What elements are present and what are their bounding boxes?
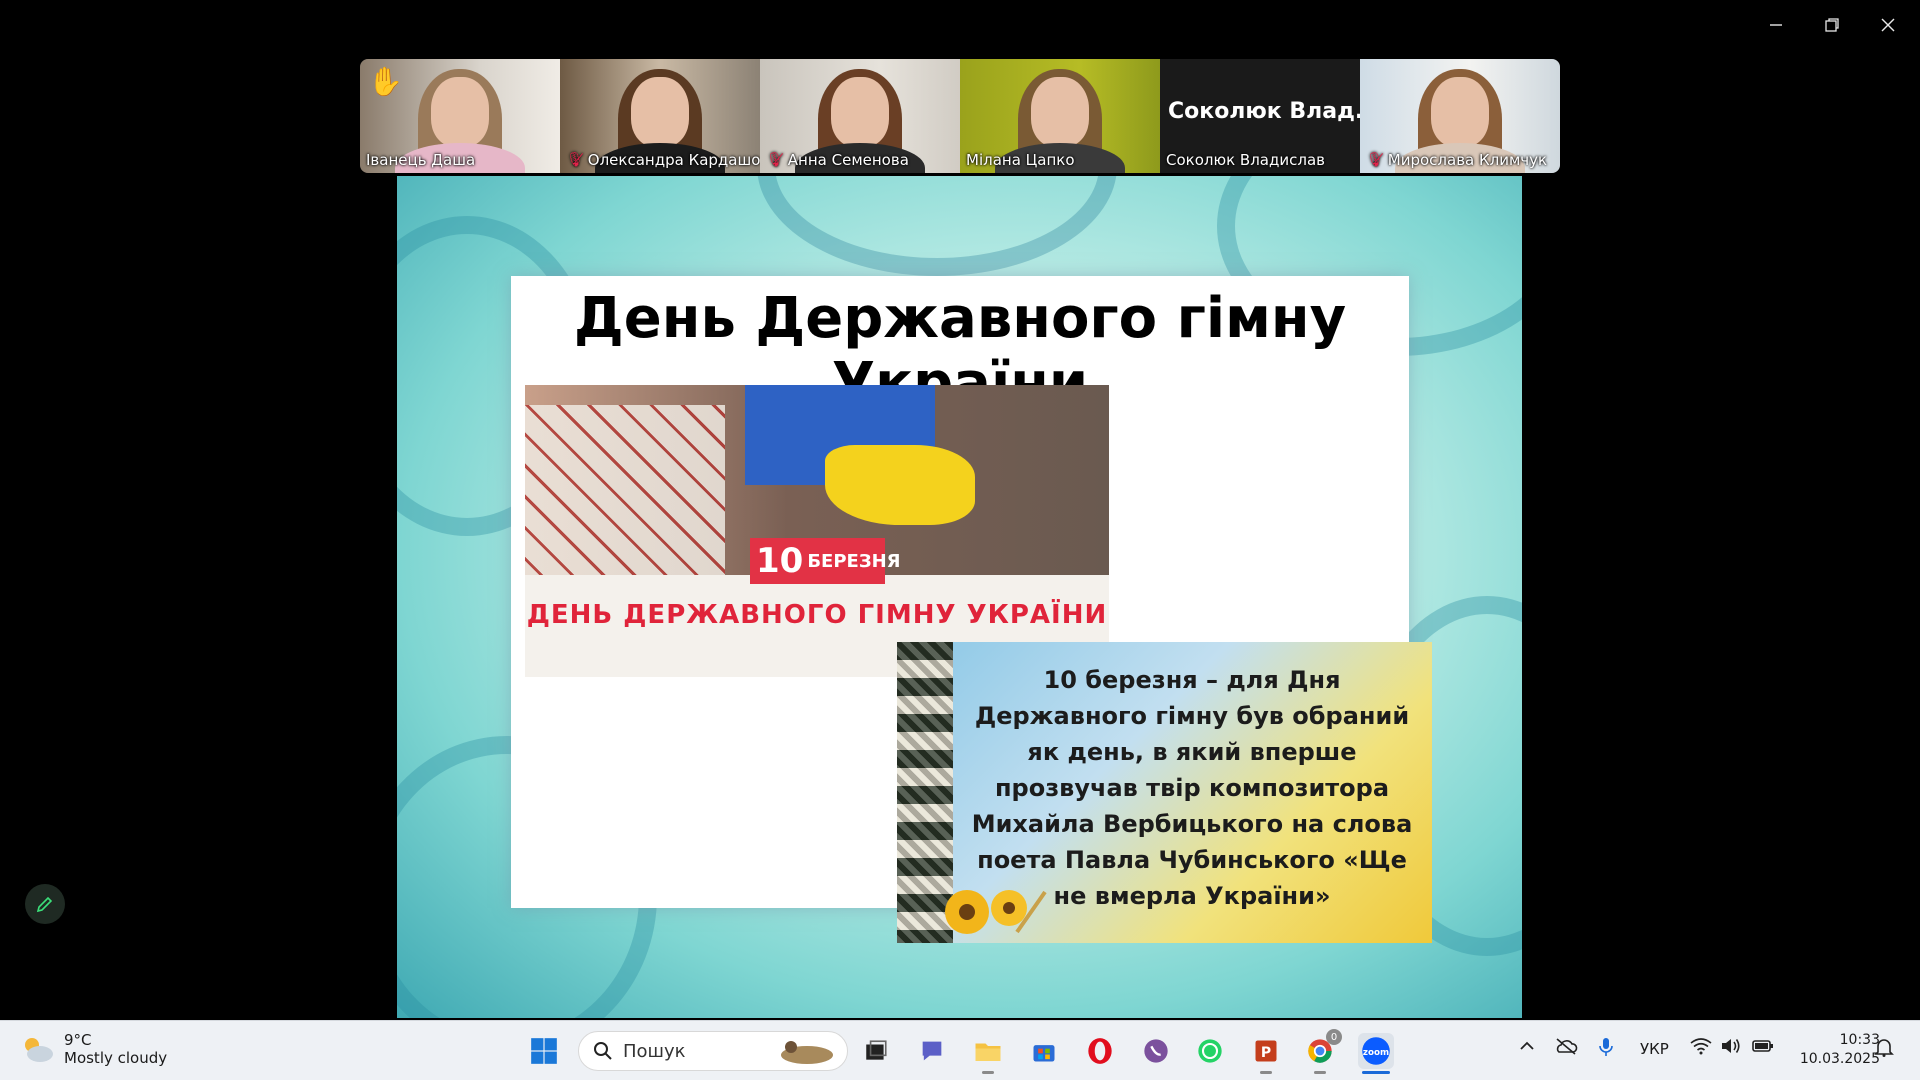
participant-name: 🎙︎̸ Мирослава Климчук [1366, 151, 1548, 169]
windows-logo-icon [531, 1038, 557, 1064]
battery-button[interactable] [1752, 1037, 1774, 1059]
battery-charging-icon [1752, 1040, 1773, 1052]
windows-taskbar: 9°C Mostly cloudy Пошук P 0 zoom УКР 10:… [0, 1020, 1920, 1080]
clock-date: 10.03.2025 [1799, 1051, 1880, 1067]
participant-tile[interactable]: 🎙︎̸ Олександра Кардашо... [560, 59, 760, 173]
svg-text:P: P [1261, 1045, 1271, 1061]
wifi-icon [1690, 1038, 1712, 1055]
microphone-button[interactable] [1598, 1037, 1614, 1061]
restore-icon [1825, 18, 1839, 32]
show-hidden-icons-button[interactable] [1518, 1037, 1536, 1059]
participant-name: Іванець Даша [366, 151, 476, 169]
participant-face [631, 77, 689, 147]
participant-tile-active-speaker[interactable]: Мілана Цапко [960, 59, 1160, 173]
pen-icon [36, 896, 53, 913]
participant-tile[interactable]: 🎙︎̸ Анна Семенова [760, 59, 960, 173]
sunflower-icon [945, 890, 1047, 934]
folder-icon [975, 1043, 1001, 1061]
participant-tile[interactable]: Соколюк Влад... Соколюк Владислав [1160, 59, 1360, 173]
store-icon [1033, 1045, 1055, 1062]
embroidery-pattern [525, 405, 725, 575]
microphone-icon [1599, 1038, 1613, 1056]
volume-button[interactable] [1720, 1037, 1742, 1059]
teams-chat-button[interactable] [914, 1033, 950, 1069]
search-highlight-image-icon [781, 1041, 833, 1064]
viber-icon [1144, 1039, 1168, 1063]
language-indicator[interactable]: УКР [1640, 1040, 1669, 1058]
whatsapp-button[interactable] [1192, 1033, 1228, 1069]
svg-text:zoom: zoom [1363, 1048, 1389, 1058]
participant-gallery: ✋ Іванець Даша 🎙︎̸ Олександра Кардашо... … [360, 59, 1560, 173]
bell-icon [1874, 1039, 1894, 1057]
onedrive-button[interactable] [1554, 1037, 1578, 1059]
file-explorer-button[interactable] [970, 1033, 1006, 1069]
minimize-button[interactable] [1748, 8, 1804, 42]
chevron-up-icon [1520, 1041, 1534, 1050]
close-button[interactable] [1860, 8, 1916, 42]
microsoft-store-button[interactable] [1026, 1033, 1062, 1069]
taskbar-search[interactable]: Пошук [578, 1031, 848, 1071]
participant-name: 🎙︎̸ Анна Семенова [766, 151, 909, 169]
notifications-button[interactable] [1874, 1037, 1894, 1061]
system-clock[interactable]: 10:33 10.03.2025 [1790, 1031, 1880, 1069]
minimize-icon [1770, 24, 1782, 26]
participant-face [831, 77, 889, 147]
banner-caption: ДЕНЬ ДЕРЖАВНОГО ГІМНУ УКРАЇНИ [526, 600, 1108, 630]
search-placeholder: Пошук [623, 1040, 686, 1062]
zoom-window: ✋ Іванець Даша 🎙︎̸ Олександра Кардашо... … [0, 0, 1920, 1080]
participant-face [431, 77, 489, 147]
opera-icon [1088, 1038, 1112, 1064]
muted-mic-icon: 🎙︎̸ [1366, 152, 1384, 168]
participant-tile[interactable]: 🎙︎̸ Мирослава Климчук [1360, 59, 1560, 173]
start-button[interactable] [526, 1033, 562, 1069]
participant-name: Мілана Цапко [966, 151, 1075, 169]
annotate-pen-button[interactable] [25, 884, 65, 924]
chrome-button[interactable]: 0 [1302, 1029, 1342, 1069]
speaker-icon [1722, 1039, 1740, 1053]
zoom-icon: zoom [1362, 1037, 1390, 1065]
weather-widget[interactable]: 9°C Mostly cloudy [20, 1031, 167, 1067]
anthem-day-banner-image: 10 БЕРЕЗНЯ ДЕНЬ ДЕРЖАВНОГО ГІМНУ УКРАЇНИ [525, 385, 1109, 677]
weather-temperature: 9°C [64, 1031, 92, 1049]
zoom-button[interactable]: zoom [1358, 1033, 1394, 1069]
opera-button[interactable] [1082, 1033, 1118, 1069]
raised-hand-icon: ✋ [368, 65, 403, 98]
presentation-slide: День Державного гімну України 10 БЕРЕЗНЯ… [397, 176, 1522, 1018]
muted-mic-icon: 🎙︎̸ [766, 152, 784, 168]
participant-display-name: Соколюк Влад... [1168, 99, 1360, 124]
participant-name: 🎙︎̸ Олександра Кардашо... [566, 151, 760, 169]
participant-name: Соколюк Владислав [1166, 151, 1325, 169]
search-icon [594, 1042, 612, 1060]
wifi-button[interactable] [1690, 1037, 1712, 1059]
weather-condition: Mostly cloudy [64, 1049, 168, 1067]
task-view-button[interactable] [858, 1033, 894, 1069]
participant-face [1031, 77, 1089, 147]
cloudy-weather-icon [25, 1038, 53, 1062]
participant-face [1431, 77, 1489, 147]
anthem-info-card: 10 березня – для Дня Державного гімну бу… [897, 642, 1432, 943]
restore-button[interactable] [1804, 8, 1860, 42]
clock-time: 10:33 [1839, 1032, 1880, 1048]
chat-icon [922, 1041, 942, 1061]
participant-tile[interactable]: ✋ Іванець Даша [360, 59, 560, 173]
date-badge: 10 БЕРЕЗНЯ [750, 538, 901, 584]
close-icon [1881, 18, 1895, 32]
chrome-notification-badge: 0 [1326, 1029, 1342, 1045]
muted-mic-icon: 🎙︎̸ [566, 152, 584, 168]
onedrive-offline-icon [1556, 1038, 1578, 1055]
whatsapp-icon [1198, 1039, 1222, 1063]
task-view-icon [866, 1040, 887, 1060]
viber-button[interactable] [1138, 1033, 1174, 1069]
powerpoint-button[interactable]: P [1248, 1033, 1284, 1069]
powerpoint-icon: P [1255, 1040, 1277, 1062]
